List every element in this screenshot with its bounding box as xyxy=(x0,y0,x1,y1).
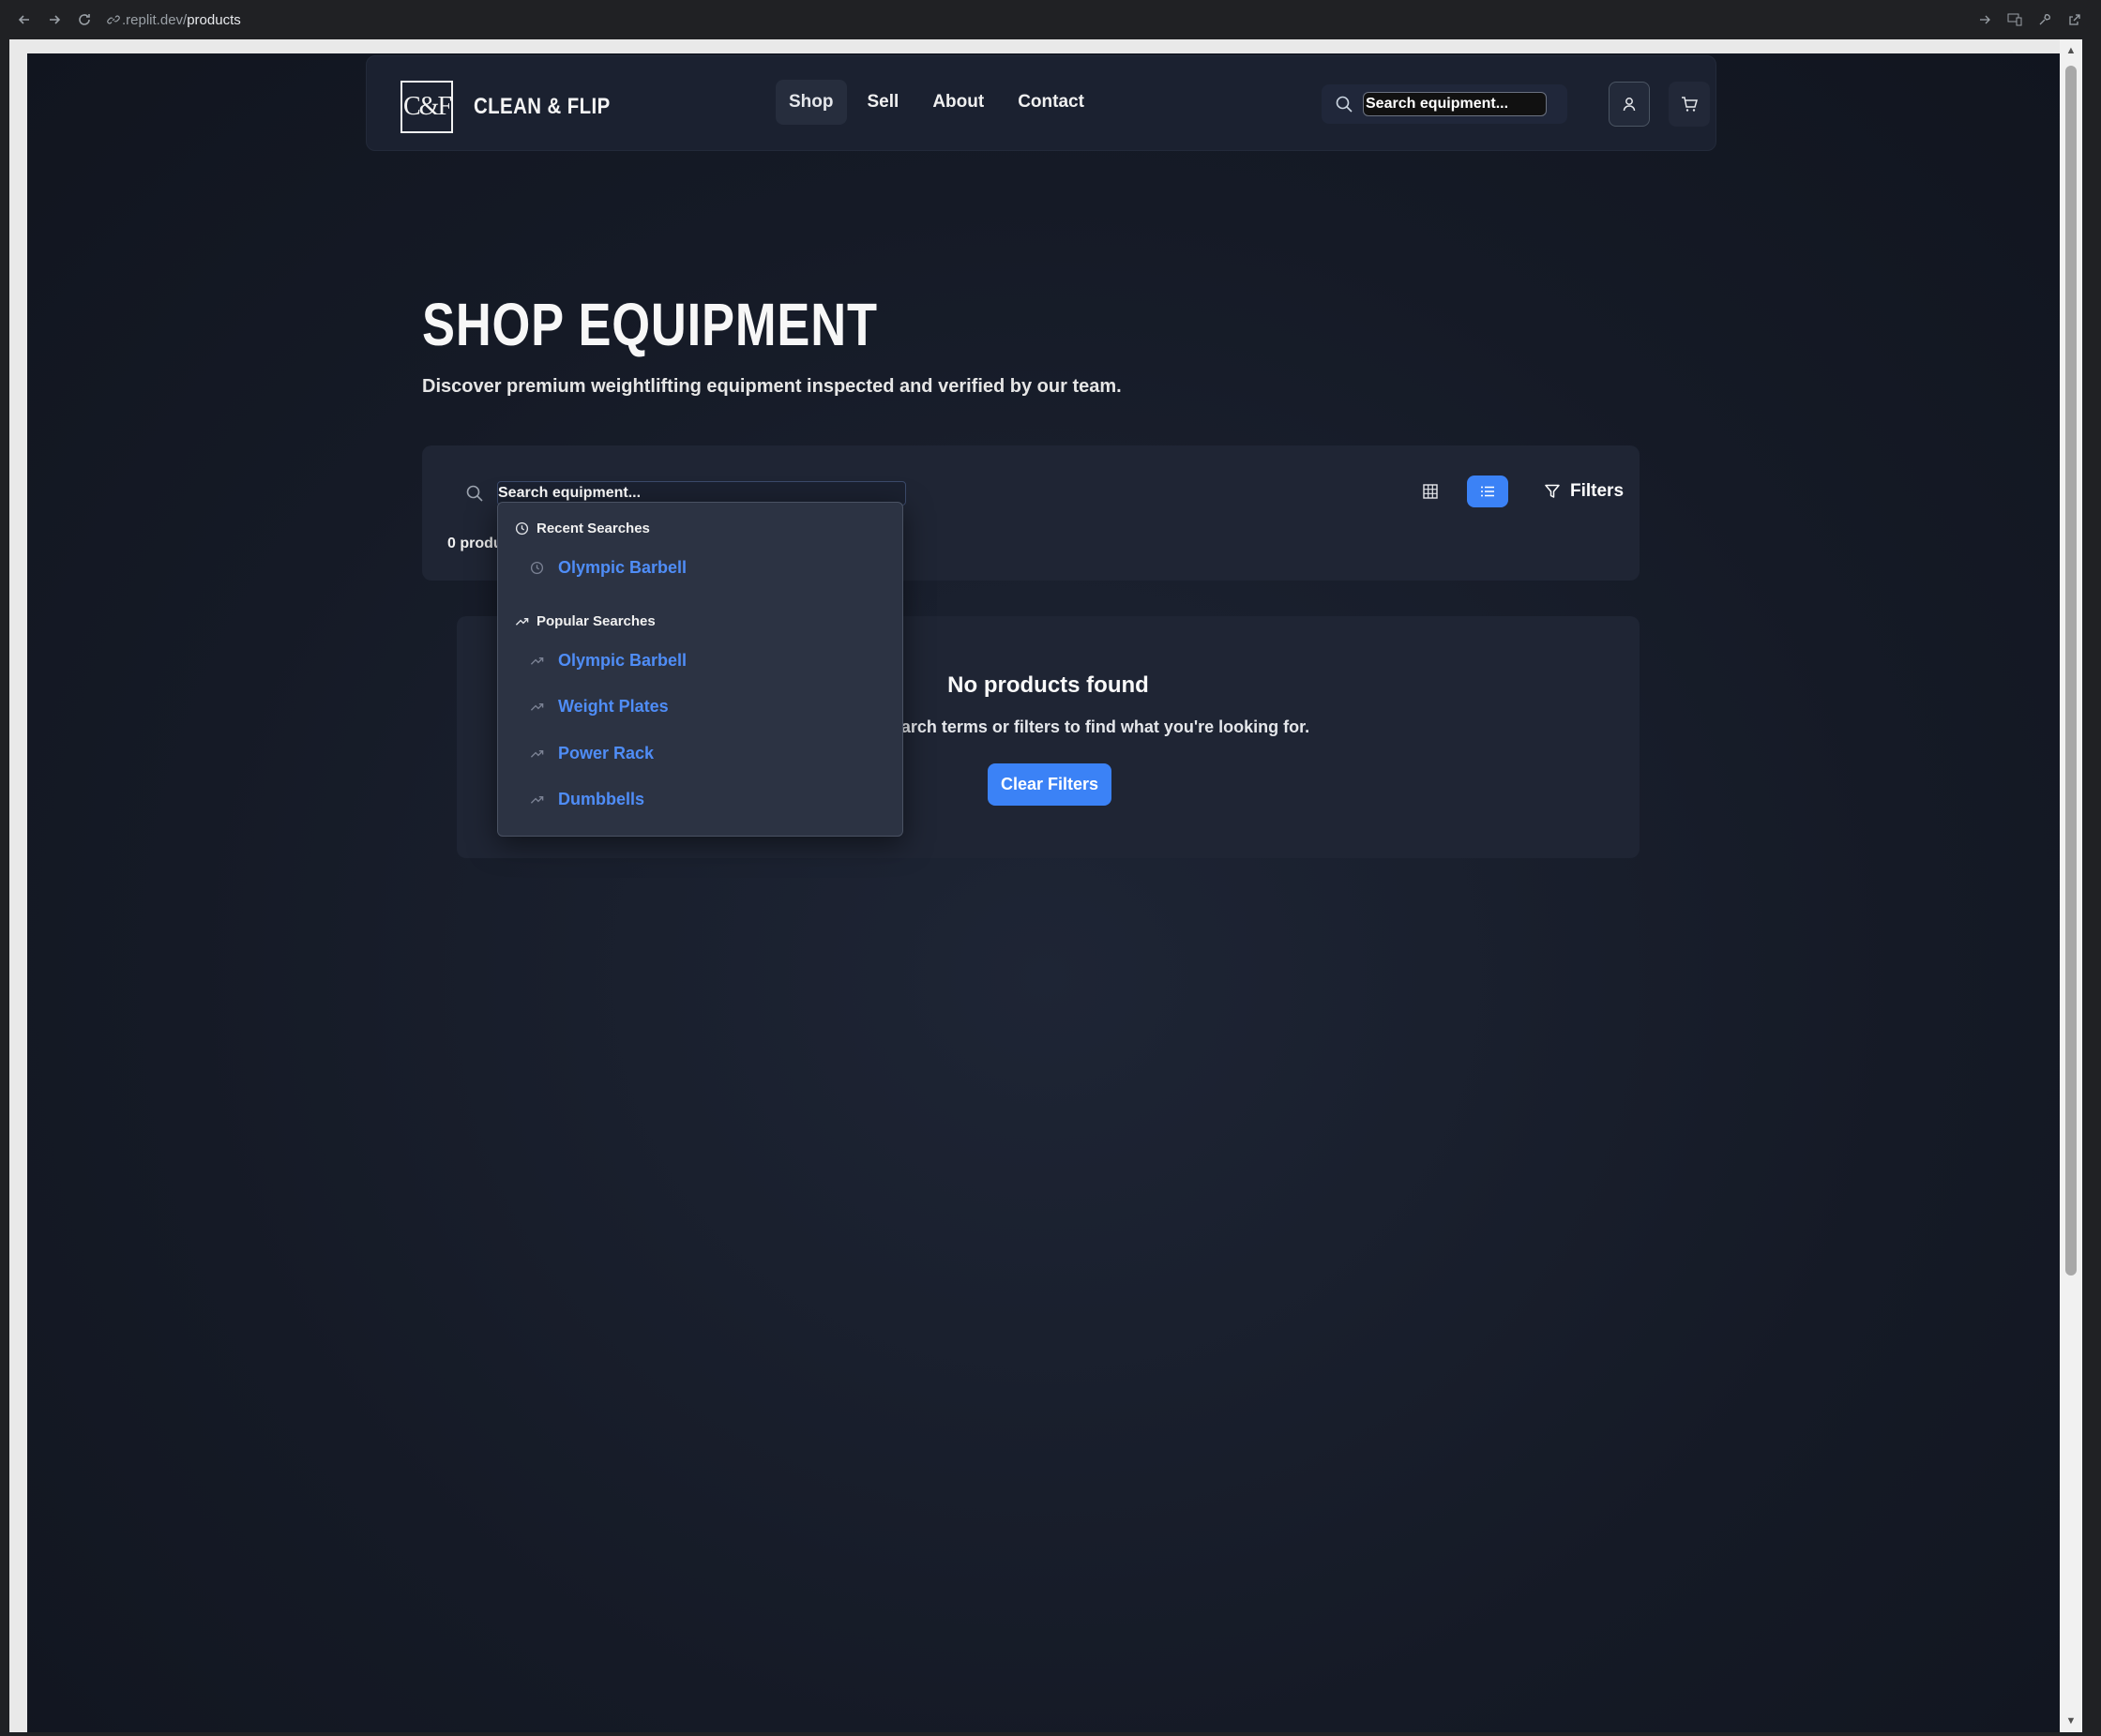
brand-logo[interactable]: C&F CLEAN & FLIP xyxy=(401,81,634,133)
trending-up-icon xyxy=(528,792,545,808)
link-icon xyxy=(107,15,120,24)
page-title: SHOP EQUIPMENT xyxy=(422,291,878,358)
recent-searches-heading: Recent Searches xyxy=(515,521,650,536)
brand-name: CLEAN & FLIP xyxy=(474,94,611,119)
devices-icon[interactable] xyxy=(2005,10,2024,29)
header-search-input[interactable]: Search equipment... xyxy=(1363,92,1547,116)
user-icon xyxy=(1623,98,1636,112)
recent-search-item[interactable]: Olympic Barbell xyxy=(528,558,687,578)
clock-icon xyxy=(528,560,545,577)
reload-icon[interactable] xyxy=(69,5,99,35)
filter-icon xyxy=(1545,484,1560,498)
scrollbar-thumb[interactable] xyxy=(2065,66,2077,1276)
url-path: products xyxy=(187,11,241,28)
cart-button[interactable] xyxy=(1669,82,1710,127)
page-frame: C&F CLEAN & FLIP Shop Sell About Contact… xyxy=(9,39,2082,1732)
trending-up-icon xyxy=(528,653,545,670)
url-prefix: .replit.dev/ xyxy=(122,11,188,28)
grid-icon xyxy=(1423,484,1438,499)
filters-button[interactable]: Filters xyxy=(1544,476,1624,507)
header-search: Search equipment... xyxy=(1322,84,1567,124)
trending-up-icon xyxy=(515,617,529,626)
arrow-right-icon[interactable] xyxy=(1975,10,1994,29)
page-subtitle: Discover premium weightlifting equipment… xyxy=(422,376,1122,397)
clock-icon xyxy=(515,521,529,536)
trending-up-icon xyxy=(528,746,545,762)
page-viewport: C&F CLEAN & FLIP Shop Sell About Contact… xyxy=(27,53,2065,1732)
search-icon xyxy=(1336,96,1353,113)
wrench-icon[interactable] xyxy=(2035,10,2054,29)
logo-mark: C&F xyxy=(401,81,453,133)
filters-label: Filters xyxy=(1570,481,1625,501)
page-scrollbar[interactable]: ▲ ▼ xyxy=(2060,39,2082,1732)
popular-search-item[interactable]: Power Rack xyxy=(528,744,654,763)
popular-search-item[interactable]: Weight Plates xyxy=(528,697,669,717)
forward-icon[interactable] xyxy=(39,5,69,35)
scroll-down-icon[interactable]: ▼ xyxy=(2065,1715,2077,1727)
list-view-button[interactable] xyxy=(1467,476,1508,507)
external-link-icon[interactable] xyxy=(2065,10,2084,29)
result-count: 0 produ xyxy=(447,536,503,551)
popular-search-item[interactable]: Olympic Barbell xyxy=(528,651,687,671)
nav-contact[interactable]: Contact xyxy=(1005,80,1097,125)
list-icon xyxy=(1481,486,1494,497)
site-header: C&F CLEAN & FLIP Shop Sell About Contact… xyxy=(366,55,1716,151)
account-button[interactable] xyxy=(1609,82,1650,127)
clear-filters-button[interactable]: Clear Filters xyxy=(988,763,1111,806)
search-suggestions-dropdown: Recent Searches Olympic Barbell Popular … xyxy=(497,502,903,837)
main-nav: Shop Sell About Contact xyxy=(776,80,1097,125)
popular-search-item[interactable]: Dumbbells xyxy=(528,790,644,809)
nav-about[interactable]: About xyxy=(919,80,997,125)
nav-shop[interactable]: Shop xyxy=(776,80,847,125)
trending-up-icon xyxy=(528,699,545,716)
grid-view-button[interactable] xyxy=(1414,476,1446,507)
cart-icon xyxy=(1682,97,1698,112)
nav-sell[interactable]: Sell xyxy=(854,80,913,125)
scroll-up-icon[interactable]: ▲ xyxy=(2065,45,2077,56)
back-icon[interactable] xyxy=(9,5,39,35)
browser-toolbar: .replit.dev/products xyxy=(0,0,2101,39)
address-bar[interactable]: .replit.dev/products xyxy=(107,6,1975,34)
popular-searches-heading: Popular Searches xyxy=(515,613,656,629)
search-icon xyxy=(466,485,483,502)
